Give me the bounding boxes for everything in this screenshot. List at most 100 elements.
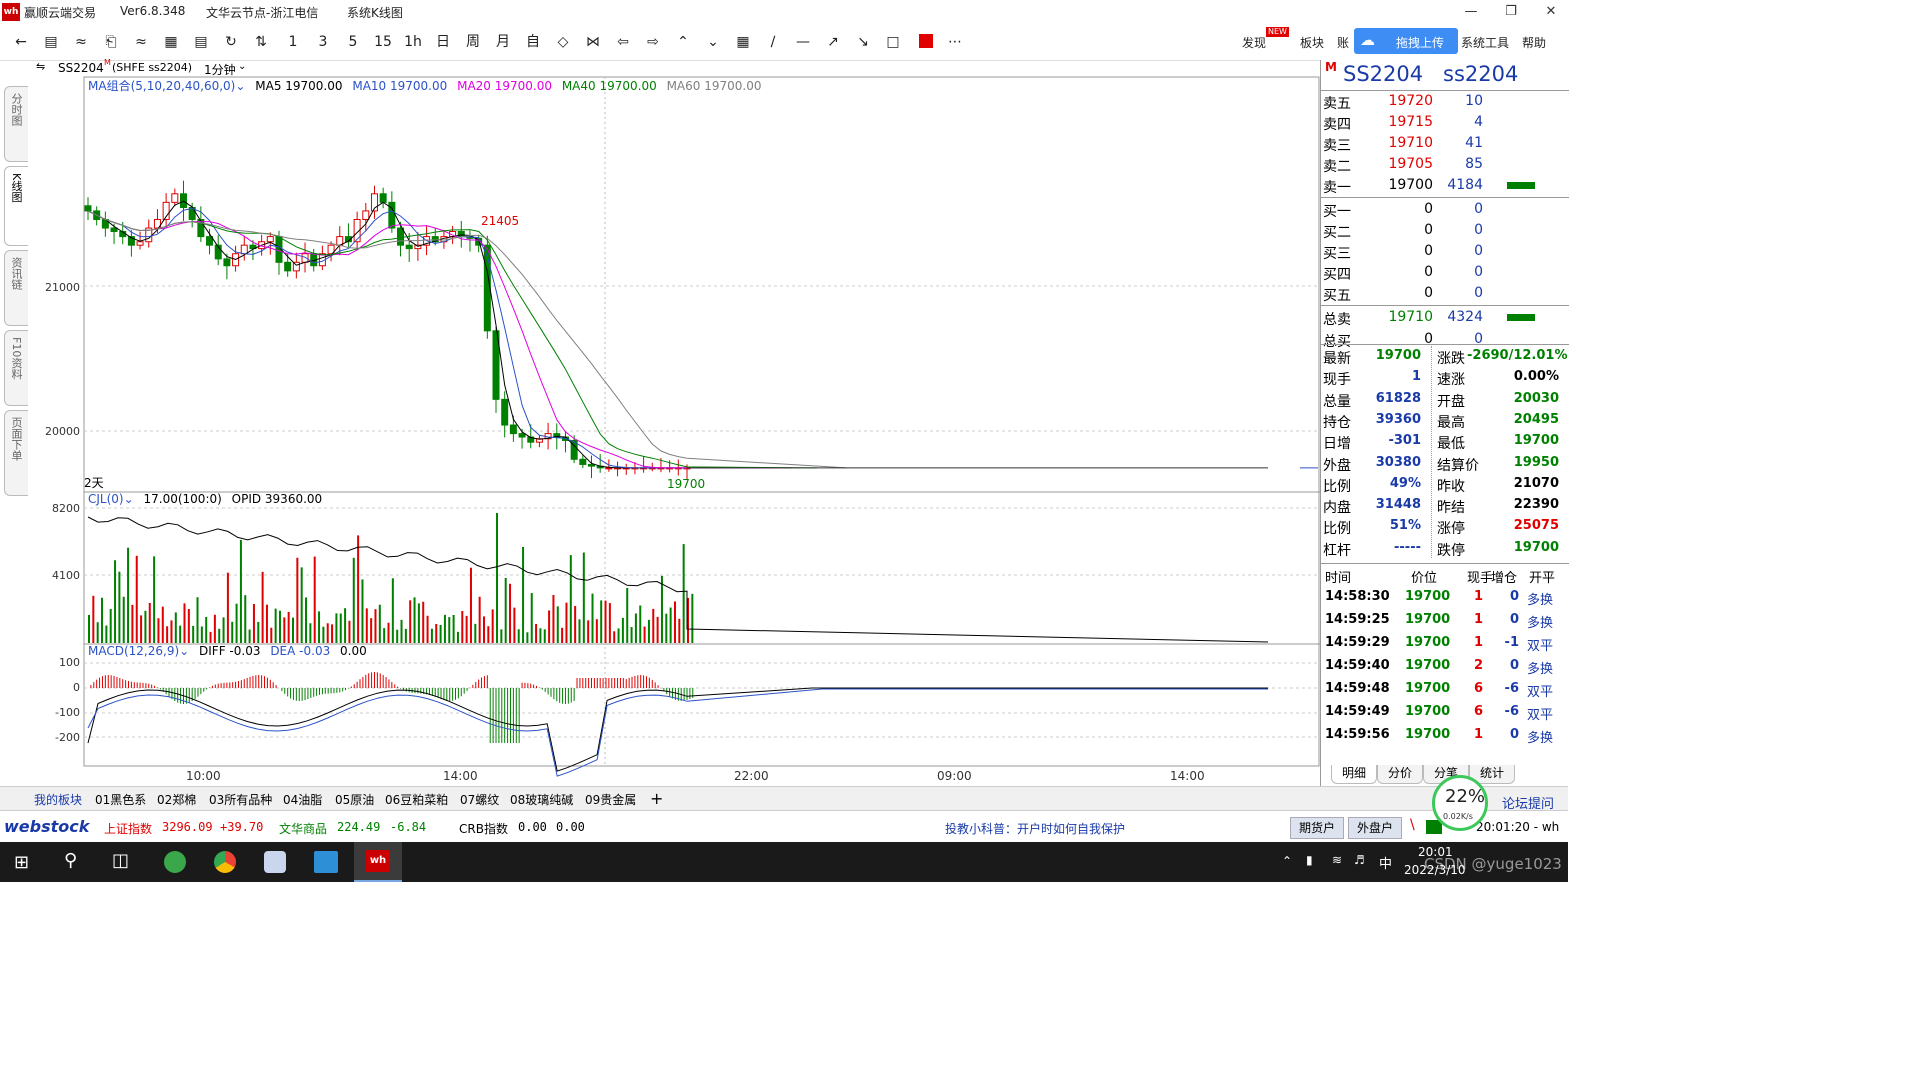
tab-f10[interactable]: F10资料 (4, 330, 28, 406)
chevron-down-icon[interactable]: ⌄ (179, 644, 189, 658)
period-5[interactable]: 5 (344, 32, 362, 52)
down-icon[interactable]: ⌄ (704, 32, 722, 52)
kline-chart[interactable] (32, 60, 1320, 786)
board-tab[interactable]: 02郑棉 (157, 791, 196, 808)
back-icon[interactable]: ← (12, 32, 30, 52)
volume-bar (608, 603, 611, 643)
up-icon[interactable]: ⌃ (674, 32, 692, 52)
app-icon[interactable] (264, 851, 286, 873)
zoom-out-icon[interactable]: ◇ (554, 32, 572, 52)
board-tab[interactable]: 07螺纹 (460, 791, 499, 808)
period-1h[interactable]: 1h (404, 32, 422, 52)
kline-icon[interactable]: ⎗ (102, 32, 120, 52)
period-3[interactable]: 3 (314, 32, 332, 52)
account-button[interactable]: 账 (1337, 34, 1349, 51)
forum-link[interactable]: 论坛提问 (1502, 793, 1554, 812)
battery-icon[interactable]: ▮ (1306, 853, 1313, 867)
chart-area[interactable] (32, 60, 1320, 786)
foreign-account-button[interactable]: 外盘户 (1348, 817, 1402, 839)
right-arrow-icon[interactable]: ⇨ (644, 32, 662, 52)
sell-level[interactable]: 卖二 19705 85 (1321, 154, 1569, 175)
draw-line-icon[interactable]: ∕ (764, 32, 782, 52)
board-tab[interactable]: 04油脂 (283, 791, 322, 808)
tip-link[interactable]: 投教小科普：开户时如何自我保护 (945, 820, 1125, 837)
add-icon[interactable]: + (650, 789, 663, 808)
total-sell[interactable]: 总卖 19710 4324 (1321, 307, 1569, 328)
discover-button[interactable]: 发现 (1242, 34, 1266, 51)
volume-bar (378, 604, 381, 643)
tray-chevron-icon[interactable]: ⌃ (1282, 854, 1292, 868)
period-custom[interactable]: 自 (524, 32, 542, 52)
board-tab[interactable]: 08玻璃纯碱 (510, 791, 573, 808)
period-day[interactable]: 日 (434, 32, 452, 52)
sell-level[interactable]: 卖四 19715 4 (1321, 112, 1569, 133)
board-tab[interactable]: 06豆粕菜粕 (385, 791, 448, 808)
chevron-down-icon[interactable]: ⌄ (124, 492, 134, 506)
stat-right: 昨结 22390 (1437, 495, 1565, 516)
upload-overlay[interactable]: ☁ 拖拽上传 (1354, 28, 1458, 54)
ime-indicator[interactable]: 中 (1379, 853, 1392, 872)
tab-order[interactable]: 页面下单 (4, 410, 28, 496)
indicator-icon[interactable]: ≈ (132, 32, 150, 52)
stat-label: 最低 (1437, 436, 1465, 453)
period-month[interactable]: 月 (494, 32, 512, 52)
tab-timeshare[interactable]: 分时图 (4, 86, 28, 162)
color-swatch-icon[interactable] (919, 34, 933, 48)
period-week[interactable]: 周 (464, 32, 482, 52)
board-tab[interactable]: 01黑色系 (95, 791, 146, 808)
layout-icon[interactable]: ▦ (734, 32, 752, 52)
more-icon[interactable]: ⋯ (946, 32, 964, 52)
quote-tab[interactable]: 明细 (1331, 765, 1377, 784)
buy-level[interactable]: 买五 0 0 (1321, 283, 1569, 304)
ray-icon[interactable]: ↗ (824, 32, 842, 52)
board-tab[interactable]: 03所有品种 (209, 791, 272, 808)
board-tab[interactable]: 05原油 (335, 791, 374, 808)
mail-icon[interactable] (314, 851, 338, 873)
candle-body (518, 433, 526, 438)
browser-360-icon[interactable] (164, 851, 186, 873)
list-icon[interactable]: ▤ (42, 32, 60, 52)
period-1[interactable]: 1 (284, 32, 302, 52)
speed-widget[interactable]: 22% 0.02K/s (1432, 775, 1488, 831)
left-arrow-icon[interactable]: ⇦ (614, 32, 632, 52)
sector-button[interactable]: 板块 (1300, 34, 1324, 51)
chevron-down-icon[interactable]: ⌄ (235, 79, 245, 93)
volume-bar (409, 600, 412, 643)
futures-account-button[interactable]: 期货户 (1290, 817, 1344, 839)
buy-level[interactable]: 买三 0 0 (1321, 241, 1569, 262)
hline-icon[interactable]: — (794, 32, 812, 52)
quote-tab[interactable]: 分价 (1377, 765, 1423, 784)
buy-level[interactable]: 买一 0 0 (1321, 199, 1569, 220)
board-tab[interactable]: 09贵金属 (585, 791, 636, 808)
sell-level[interactable]: 卖一 19700 4184 (1321, 175, 1569, 196)
tab-kline[interactable]: K线图 (4, 166, 28, 246)
buy-level[interactable]: 买四 0 0 (1321, 262, 1569, 283)
sell-level[interactable]: 卖三 19710 41 (1321, 133, 1569, 154)
compare-icon[interactable]: ⇅ (252, 32, 270, 52)
search-icon[interactable]: ⚲ (64, 850, 77, 871)
save-icon[interactable]: ▤ (192, 32, 210, 52)
period-15[interactable]: 15 (374, 32, 392, 52)
refresh-icon[interactable]: ↻ (222, 32, 240, 52)
system-tools-button[interactable]: 系统工具 (1461, 34, 1509, 51)
macd-indicator[interactable]: MACD(12,26,9) (88, 644, 179, 658)
sell-level[interactable]: 卖五 19720 10 (1321, 91, 1569, 112)
board-tab[interactable]: 我的板块 (34, 791, 82, 808)
wenhua-taskbar-button[interactable]: wh (354, 842, 402, 882)
ma-legend-group[interactable]: MA组合(5,10,20,40,60,0) (88, 79, 235, 93)
zoom-in-icon[interactable]: ⋈ (584, 32, 602, 52)
line-chart-icon[interactable]: ≈ (72, 32, 90, 52)
volume-icon[interactable]: ♬ (1354, 853, 1365, 867)
rect-icon[interactable]: □ (884, 32, 902, 52)
volume-indicator[interactable]: CJL(0) (88, 492, 124, 506)
help-button[interactable]: 帮助 (1522, 34, 1546, 51)
calc-icon[interactable]: ▦ (162, 32, 180, 52)
arrow-icon[interactable]: ↘ (854, 32, 872, 52)
task-view-icon[interactable]: ◫ (112, 850, 129, 871)
buy-level[interactable]: 买二 0 0 (1321, 220, 1569, 241)
wifi-icon[interactable]: ≋ (1332, 853, 1342, 867)
windows-start-icon[interactable]: ⊞ (14, 852, 29, 873)
chrome-icon[interactable] (214, 851, 236, 873)
tab-news[interactable]: 资讯链 (4, 250, 28, 326)
close-button[interactable]: ✕ (1528, 0, 1574, 24)
